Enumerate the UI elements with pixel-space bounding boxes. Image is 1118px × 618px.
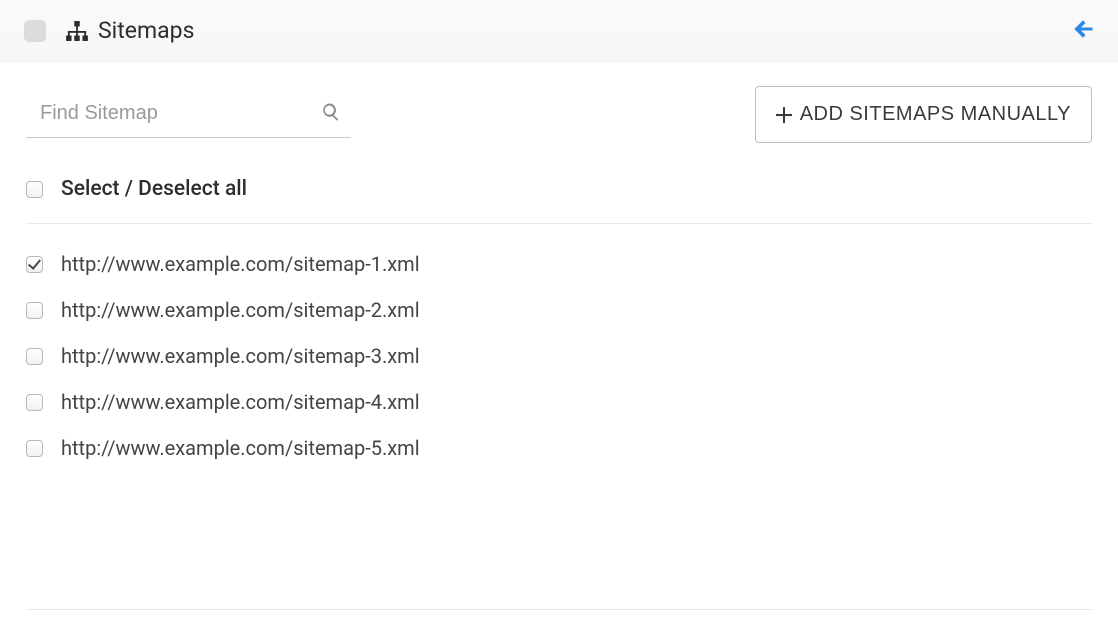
sitemap-checkbox[interactable] (26, 394, 43, 411)
sitemap-row: http://www.example.com/sitemap-4.xml (26, 390, 1092, 414)
add-sitemaps-button[interactable]: ADD SITEMAPS MANUALLY (755, 86, 1092, 143)
sitemap-checkbox[interactable] (26, 440, 43, 457)
content-area: Select / Deselect all http://www.example… (0, 153, 1118, 460)
search-icon[interactable] (321, 101, 341, 125)
sitemap-url: http://www.example.com/sitemap-2.xml (61, 298, 420, 322)
sitemap-row: http://www.example.com/sitemap-5.xml (26, 436, 1092, 460)
select-all-row: Select / Deselect all (26, 177, 1092, 224)
sitemap-checkbox[interactable] (26, 256, 43, 273)
sitemap-url: http://www.example.com/sitemap-4.xml (61, 390, 420, 414)
search-input[interactable] (26, 92, 351, 138)
sitemap-checkbox[interactable] (26, 302, 43, 319)
sitemap-icon (66, 21, 88, 41)
sitemap-url: http://www.example.com/sitemap-5.xml (61, 436, 420, 460)
sitemap-url: http://www.example.com/sitemap-1.xml (61, 252, 420, 276)
sitemap-checkbox[interactable] (26, 348, 43, 365)
sitemap-row: http://www.example.com/sitemap-2.xml (26, 298, 1092, 322)
search-wrap (26, 92, 351, 138)
select-all-checkbox[interactable] (26, 181, 43, 198)
header-bar: Sitemaps (0, 0, 1118, 62)
footer-divider (26, 609, 1092, 610)
header-checkbox[interactable] (24, 20, 46, 42)
toolbar: ADD SITEMAPS MANUALLY (0, 62, 1118, 153)
sitemap-url: http://www.example.com/sitemap-3.xml (61, 344, 420, 368)
back-arrow-icon[interactable] (1072, 17, 1096, 45)
add-button-label: ADD SITEMAPS MANUALLY (800, 103, 1071, 126)
select-all-label: Select / Deselect all (61, 177, 247, 201)
plus-icon (776, 107, 792, 123)
sitemap-row: http://www.example.com/sitemap-3.xml (26, 344, 1092, 368)
page-title: Sitemaps (98, 17, 194, 44)
sitemap-list: http://www.example.com/sitemap-1.xml http… (26, 224, 1092, 460)
sitemap-row: http://www.example.com/sitemap-1.xml (26, 252, 1092, 276)
